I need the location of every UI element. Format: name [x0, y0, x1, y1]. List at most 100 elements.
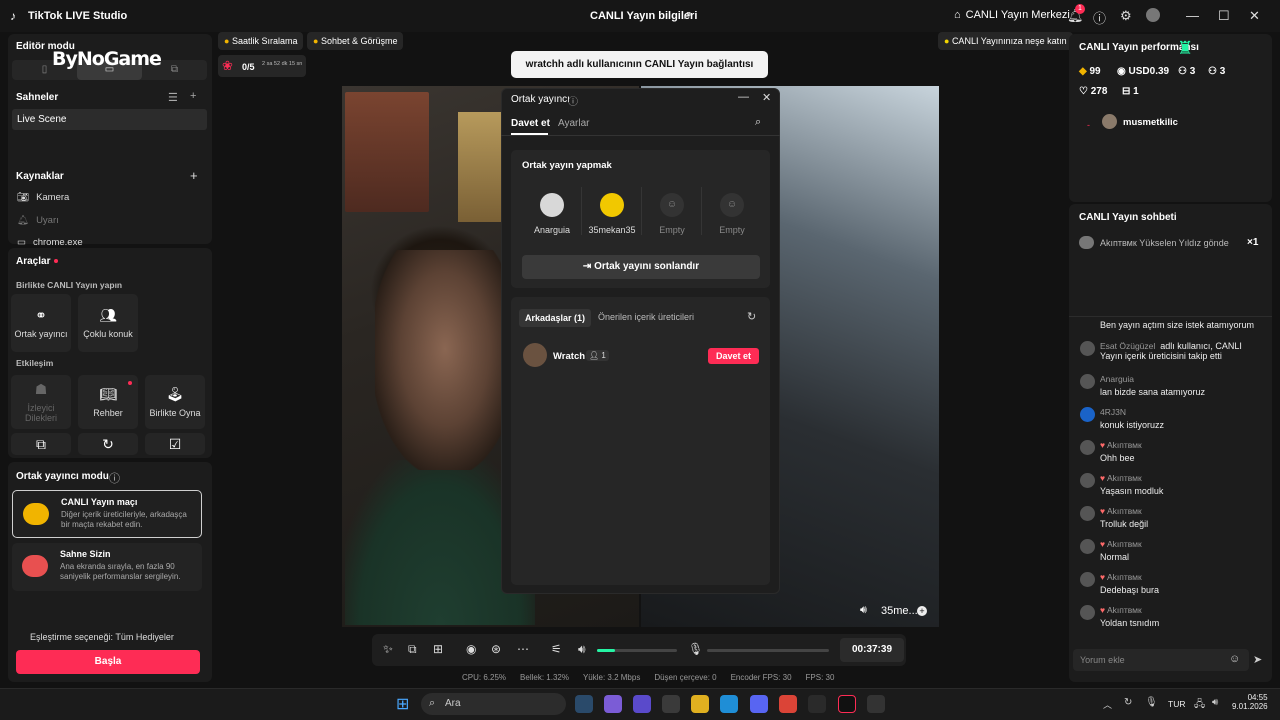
- friend-name: Wratch: [553, 351, 586, 362]
- source-item[interactable]: 🔔︎ Uyarı: [17, 215, 59, 226]
- start-button[interactable]: Başla: [16, 650, 200, 674]
- speaker-icon[interactable]: 🔊︎: [860, 604, 867, 617]
- cohost-slot[interactable]: ☺ Empty: [702, 190, 762, 235]
- tool-item[interactable]: ⧉: [11, 433, 71, 455]
- search-icon[interactable]: ⌕: [755, 116, 761, 129]
- clock-time: 04:55: [1247, 693, 1268, 702]
- share-icon[interactable]: ↗: [682, 8, 692, 22]
- avatar: [1080, 506, 1095, 521]
- mic-level-slider[interactable]: [707, 649, 829, 652]
- live-match-card[interactable]: CANLI Yayın maçı Diğer içerik üreticiler…: [12, 490, 202, 538]
- cohost-tool[interactable]: ⚭ Ortak yayıncı: [11, 294, 71, 352]
- hourly-ranking-chip[interactable]: ● Saatlik Sıralama: [218, 32, 304, 50]
- refresh-icon[interactable]: ↻: [747, 310, 756, 323]
- volume-icon[interactable]: 🔊︎: [1212, 697, 1218, 708]
- live-center-button[interactable]: ⌂ CANLI Yayın Merkezi: [954, 9, 1070, 21]
- help-icon[interactable]: ⓘ: [1093, 8, 1106, 27]
- tab-friends[interactable]: Arkadaşlar (1): [519, 309, 592, 327]
- viewer-requests-tool[interactable]: ☗ İzleyici Dilekleri: [11, 375, 71, 429]
- source-item[interactable]: ▭ chrome.exe: [17, 237, 83, 245]
- discord-icon[interactable]: [750, 695, 768, 713]
- help-icon[interactable]: ⓘ: [568, 93, 578, 108]
- chrome-icon[interactable]: [779, 695, 797, 713]
- language-indicator[interactable]: TUR: [1168, 699, 1185, 709]
- app-icon[interactable]: [808, 695, 826, 713]
- magic-wand-icon[interactable]: ✨︎: [383, 642, 393, 657]
- match-option-dropdown[interactable]: Eşleştirme seçeneği: Tüm Hediyeler: [30, 632, 174, 642]
- microphone-icon[interactable]: 🎙︎: [1145, 697, 1158, 708]
- followers-stat: ⚇ 3: [1208, 66, 1225, 77]
- add-joy-chip[interactable]: ● CANLI Yayınınıza neşe katın: [938, 32, 1073, 50]
- bell-icon: 🔔︎: [17, 215, 30, 226]
- top-viewer-name[interactable]: musmetkilic: [1123, 117, 1178, 128]
- taskbar-search[interactable]: Ara: [421, 693, 566, 715]
- send-icon[interactable]: ➤: [1253, 653, 1262, 666]
- chat-message: ♥ Akıптвмк Yaşasın modluk: [1080, 473, 1260, 496]
- tab-invite[interactable]: Davet et: [511, 118, 550, 129]
- copilot-icon[interactable]: [604, 695, 622, 713]
- tab-settings[interactable]: Ayarlar: [558, 118, 590, 129]
- add-scene-icon[interactable]: +: [190, 90, 196, 102]
- store-icon[interactable]: [662, 695, 680, 713]
- chat-title: CANLI Yayın sohbeti: [1079, 212, 1177, 223]
- chat-call-chip[interactable]: ● Sohbet & Görüşme: [307, 32, 404, 50]
- chevron-up-icon[interactable]: ︿: [1103, 698, 1112, 711]
- gear-icon[interactable]: ⚙: [1120, 8, 1132, 24]
- minimize-icon[interactable]: —: [1186, 8, 1199, 23]
- goal-timer: 2 sa 52 dk 15 sn: [262, 61, 303, 67]
- avatar[interactable]: [1146, 8, 1160, 22]
- people-icon: 👥︎: [99, 307, 117, 323]
- windows-start-icon[interactable]: ⊞: [396, 694, 409, 714]
- rose-goal-widget[interactable]: ❀ 0/5 2 sa 52 dk 15 sn: [218, 55, 306, 77]
- sync-icon[interactable]: ↻: [1124, 697, 1132, 708]
- folder-icon[interactable]: [691, 695, 709, 713]
- tool-item[interactable]: ↻: [78, 433, 138, 455]
- window-icon: ▭: [17, 237, 26, 245]
- maximize-icon[interactable]: ☐: [1218, 8, 1230, 24]
- tool-item[interactable]: ☑: [145, 433, 205, 455]
- guide-label: Rehber: [93, 408, 123, 418]
- settings-sliders-icon[interactable]: ⚟: [551, 642, 562, 656]
- comment-input[interactable]: Yorum ekle: [1073, 649, 1249, 671]
- dollar-icon: ◉: [1117, 66, 1129, 77]
- clock[interactable]: 04:55 9.01.2026: [1232, 693, 1268, 711]
- edge-icon[interactable]: [720, 695, 738, 713]
- source-item[interactable]: 📷︎ Kamera: [17, 192, 69, 203]
- scene-item[interactable]: Live Scene: [12, 109, 207, 130]
- effects-icon[interactable]: ⊛: [491, 642, 501, 656]
- tiktok-icon[interactable]: [838, 695, 856, 713]
- multi-guest-tool[interactable]: 👥︎ Çoklu konuk: [78, 294, 138, 352]
- screen-share-icon[interactable]: ⧉: [408, 642, 417, 657]
- message-user-line: ♥ Akıптвмк: [1100, 572, 1260, 582]
- more-icon[interactable]: ⋯: [517, 642, 529, 656]
- cohost-slot[interactable]: 35mekan35: [582, 190, 642, 235]
- microphone-icon[interactable]: 🎙︎: [688, 642, 703, 656]
- teams-icon[interactable]: [633, 695, 651, 713]
- close-icon[interactable]: ✕: [1249, 8, 1260, 24]
- viewer-requests-label: İzleyici Dilekleri: [24, 403, 57, 423]
- app-icon[interactable]: [867, 695, 885, 713]
- play-together-tool[interactable]: 🕹︎ Birlikte Oyna: [145, 375, 205, 429]
- add-icon[interactable]: +: [917, 606, 927, 616]
- pinned-gift-message: Akıптвмк Yükselen Yıldız gönde: [1100, 238, 1229, 248]
- cohost-slot[interactable]: ☺ Empty: [642, 190, 702, 235]
- app-icon[interactable]: [575, 695, 593, 713]
- add-layer-icon[interactable]: ⊞: [433, 642, 443, 656]
- list-icon[interactable]: ☰: [168, 91, 178, 104]
- emoji-icon[interactable]: ☺: [1229, 653, 1240, 665]
- end-cohost-button[interactable]: ⇥ Ortak yayını sonlandır: [522, 255, 760, 279]
- gifts-value: 1: [1133, 86, 1139, 97]
- add-source-icon[interactable]: +: [190, 168, 198, 183]
- help-icon[interactable]: ⓘ: [109, 470, 120, 486]
- speaker-icon[interactable]: 🔊︎: [578, 642, 586, 657]
- copy-icon: ⧉: [36, 435, 46, 452]
- close-icon[interactable]: ✕: [762, 91, 771, 104]
- invite-button[interactable]: Davet et: [708, 348, 759, 364]
- dialog-title: Ortak yayıncı: [511, 94, 570, 105]
- network-icon[interactable]: 🖧︎: [1194, 697, 1205, 714]
- minimize-icon[interactable]: —: [738, 91, 749, 103]
- record-icon[interactable]: ◉: [466, 642, 476, 656]
- stage-yours-card[interactable]: Sahne Sizin Ana ekranda sırayla, en fazl…: [12, 543, 202, 591]
- tab-suggested[interactable]: Önerilen içerik üreticileri: [598, 312, 694, 322]
- cohost-slot[interactable]: Anarguia: [522, 190, 582, 235]
